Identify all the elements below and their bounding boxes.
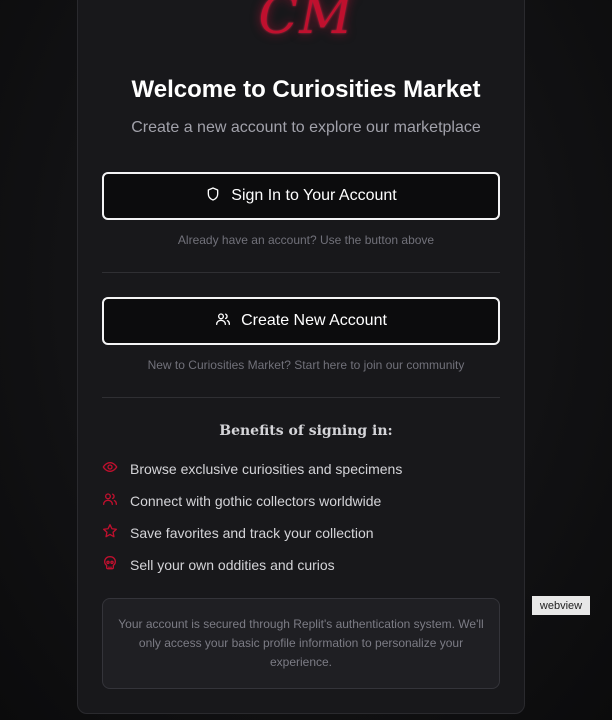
page-title: Welcome to Curiosities Market — [131, 76, 481, 103]
benefit-item: Save favorites and track your collection — [102, 523, 374, 542]
benefit-item: Browse exclusive curiosities and specime… — [102, 459, 402, 478]
divider — [102, 272, 500, 273]
benefit-label: Connect with gothic collectors worldwide — [130, 492, 382, 509]
page-subtitle: Create a new account to explore our mark… — [131, 119, 481, 136]
star-icon — [102, 523, 118, 542]
benefit-label: Sell your own oddities and curios — [130, 556, 335, 573]
skull-icon — [102, 555, 118, 574]
brand-logo: CM — [258, 0, 354, 46]
webview-label: webview — [532, 596, 590, 615]
sign-in-label: Sign In to Your Account — [231, 187, 397, 204]
users-icon — [102, 491, 118, 510]
benefit-label: Browse exclusive curiosities and specime… — [130, 460, 403, 477]
divider — [102, 397, 500, 398]
shield-icon — [205, 186, 221, 207]
eye-icon — [102, 459, 118, 478]
create-account-hint: New to Curiosities Market? Start here to… — [147, 358, 465, 372]
benefit-label: Save favorites and track your collection — [130, 524, 374, 541]
benefits-title: Benefits of signing in: — [219, 423, 393, 439]
users-icon — [215, 311, 231, 332]
benefit-item: Sell your own oddities and curios — [102, 555, 335, 574]
create-account-label: Create New Account — [241, 312, 387, 329]
sign-in-button[interactable]: Sign In to Your Account — [102, 172, 500, 220]
sign-in-hint: Already have an account? Use the button … — [177, 233, 435, 247]
benefit-item: Connect with gothic collectors worldwide — [102, 491, 381, 510]
create-account-button[interactable]: Create New Account — [102, 297, 500, 345]
security-notice: Your account is secured through Replit's… — [102, 598, 500, 689]
